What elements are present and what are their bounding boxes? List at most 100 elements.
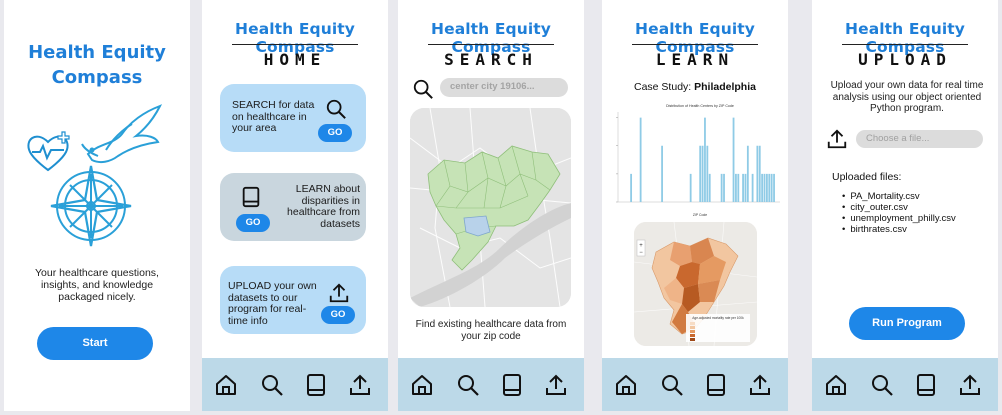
page-title: SEARCH <box>444 50 538 69</box>
search-icon[interactable] <box>660 373 684 397</box>
list-item: PA_Mortality.csv <box>842 191 956 202</box>
book-icon[interactable] <box>304 373 328 397</box>
chart-bar <box>765 173 768 202</box>
chart-bar <box>758 145 761 202</box>
learn-card[interactable]: GO LEARN about disparities in healthcare… <box>220 173 366 241</box>
svg-text:+: + <box>639 243 643 249</box>
run-program-button[interactable]: Run Program <box>849 307 965 340</box>
bottom-nav <box>602 358 788 411</box>
chart-bar <box>689 173 692 202</box>
legend-swatch <box>690 322 695 325</box>
upload-icon[interactable] <box>826 128 848 150</box>
page-title: UPLOAD <box>858 50 952 69</box>
chart-title: Distribution of Health Centers by ZIP Co… <box>666 104 734 108</box>
upload-icon[interactable] <box>348 373 372 397</box>
search-icon[interactable] <box>870 373 894 397</box>
upload-screen: Health Equity Compass UPLOAD Upload your… <box>812 0 998 411</box>
legend-swatch <box>690 338 695 341</box>
chart-bar <box>699 145 702 202</box>
home-icon[interactable] <box>410 373 434 397</box>
chart-bar <box>704 117 706 202</box>
chart-bar <box>756 145 759 202</box>
bottom-nav <box>812 358 998 411</box>
chart-bar <box>761 173 764 202</box>
page-title: LEARN <box>655 50 735 69</box>
chart-bar <box>773 173 775 202</box>
learn-card-text: LEARN about disparities in healthcare fr… <box>287 183 360 230</box>
upload-icon[interactable] <box>958 373 982 397</box>
chart-bar <box>708 173 711 202</box>
search-icon[interactable] <box>412 78 434 100</box>
upload-card[interactable]: UPLOAD your own datasets to our program … <box>220 266 366 334</box>
search-go-button[interactable]: GO <box>318 124 352 142</box>
chart-bar <box>746 145 749 202</box>
chart-bar <box>720 173 723 202</box>
upload-icon[interactable] <box>748 373 772 397</box>
chart-bar <box>630 173 633 202</box>
chart-bar <box>770 173 773 202</box>
upload-go-button[interactable]: GO <box>321 306 355 324</box>
title-divider <box>232 44 358 45</box>
legend-swatch <box>690 334 695 337</box>
home-icon[interactable] <box>614 373 638 397</box>
uploaded-files-list: PA_Mortality.csv city_outer.csv unemploy… <box>842 191 956 235</box>
bottom-nav <box>202 358 388 411</box>
list-item: unemployment_philly.csv <box>842 213 955 224</box>
title-divider <box>842 44 968 45</box>
learn-screen: Health Equity Compass LEARN Case Study: … <box>602 0 788 411</box>
mortality-map[interactable]: Age-adjusted mortality rate per 100k + − <box>634 222 757 346</box>
health-center-bar-chart: Distribution of Health Centers by ZIP Co… <box>616 104 780 217</box>
home-icon[interactable] <box>214 373 238 397</box>
start-button[interactable]: Start <box>37 327 153 360</box>
philadelphia-map <box>410 108 571 307</box>
file-chooser-input[interactable]: Choose a file... <box>856 130 983 148</box>
map-legend-title: Age-adjusted mortality rate per 100k <box>692 316 744 320</box>
upload-icon[interactable] <box>544 373 568 397</box>
case-study-label: Case Study: Philadelphia <box>634 81 756 93</box>
zip-map[interactable] <box>410 108 571 307</box>
chart-xlabel: ZIP Code <box>693 213 707 217</box>
mortality-choropleth: Age-adjusted mortality rate per 100k + − <box>634 222 757 346</box>
list-item: city_outer.csv <box>842 202 956 213</box>
search-caption: Find existing healthcare data from your … <box>415 319 567 342</box>
chart-bar <box>768 173 771 202</box>
title-divider <box>428 44 554 45</box>
book-icon[interactable] <box>704 373 728 397</box>
chart-bar <box>737 173 740 202</box>
title-divider <box>632 44 758 45</box>
search-bar: center city 19106... <box>412 76 570 100</box>
chart-bar <box>701 145 704 202</box>
book-icon[interactable] <box>914 373 938 397</box>
list-item: birthrates.csv <box>842 224 956 235</box>
home-icon[interactable] <box>824 373 848 397</box>
chart-bar <box>744 173 747 202</box>
search-icon[interactable] <box>456 373 480 397</box>
uploaded-files-title: Uploaded files: <box>832 171 902 183</box>
tagline: Your healthcare questions, insights, and… <box>35 267 159 303</box>
chart-bar <box>751 173 754 202</box>
legend-swatch <box>690 330 695 333</box>
chart-bar <box>742 173 744 202</box>
chart-bar <box>763 173 766 202</box>
svg-text:−: − <box>639 250 643 256</box>
chart-bars <box>616 112 780 203</box>
search-icon <box>326 99 346 119</box>
learn-go-button[interactable]: GO <box>236 214 270 232</box>
splash-screen: Health Equity Compass Your healthcare qu… <box>4 0 190 411</box>
chart-bar <box>639 117 642 202</box>
bottom-nav <box>398 358 584 411</box>
chart-bar <box>735 173 737 202</box>
app-title: Health Equity Compass <box>28 42 166 88</box>
case-study-city: Philadelphia <box>694 81 756 93</box>
zip-search-input[interactable]: center city 19106... <box>440 78 568 97</box>
book-icon[interactable] <box>500 373 524 397</box>
search-screen: Health Equity Compass SEARCH center city… <box>398 0 584 411</box>
chart-bar <box>661 145 663 202</box>
upload-icon <box>329 283 349 303</box>
home-screen: Health Equity Compass HOME SEARCH for da… <box>202 0 388 411</box>
chart-bar <box>723 173 725 202</box>
chart-bar <box>732 117 735 202</box>
search-card[interactable]: SEARCH for data on healthcare in your ar… <box>220 84 366 152</box>
upload-card-text: UPLOAD your own datasets to our program … <box>228 280 317 327</box>
search-icon[interactable] <box>260 373 284 397</box>
